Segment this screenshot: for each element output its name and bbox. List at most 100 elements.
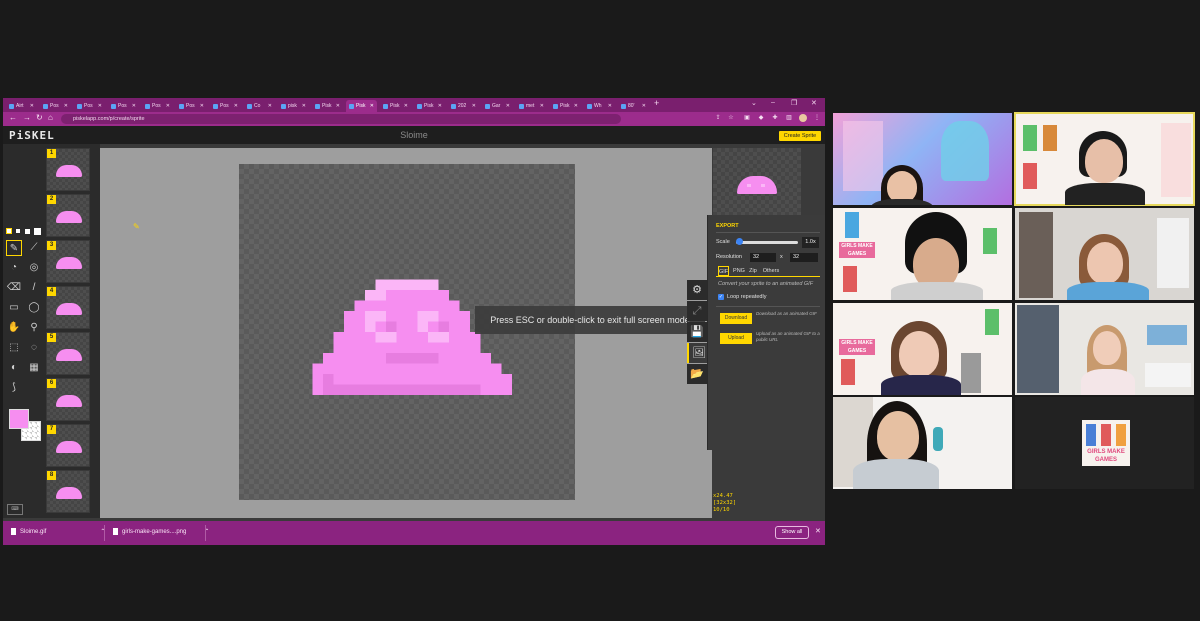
browser-tab[interactable]: Pisk ✕ xyxy=(380,100,411,112)
primary-color-swatch[interactable] xyxy=(9,409,29,429)
tab-close-icon[interactable]: ✕ xyxy=(30,103,34,109)
tab-close-icon[interactable]: ✕ xyxy=(336,103,340,109)
scale-value[interactable]: 1.0x xyxy=(802,237,819,248)
new-tab-button[interactable]: + xyxy=(654,98,659,108)
tab-close-icon[interactable]: ✕ xyxy=(64,103,68,109)
chevron-down-icon[interactable]: ⌄ xyxy=(751,99,757,107)
paint-all-icon[interactable]: ◎ xyxy=(26,260,42,276)
tab-close-icon[interactable]: ✕ xyxy=(608,103,612,109)
browser-tab[interactable]: Wh ✕ xyxy=(584,100,615,112)
create-sprite-button[interactable]: Create Sprite xyxy=(779,131,821,141)
puzzle-icon[interactable]: ✚ xyxy=(771,114,779,122)
frame-thumbnail[interactable]: 4 xyxy=(46,286,90,329)
extension-icon[interactable]: ▣ xyxy=(743,114,751,122)
pen-size-1[interactable] xyxy=(6,228,12,234)
participant-video[interactable] xyxy=(1015,303,1194,395)
download-gif-button[interactable]: Download xyxy=(720,313,752,324)
browser-tab[interactable]: Pos ✕ xyxy=(142,100,173,112)
frame-thumbnail[interactable]: 8 xyxy=(46,470,90,513)
browser-tab[interactable]: 80' ✕ xyxy=(618,100,649,112)
eyedropper-icon[interactable]: ⟆ xyxy=(6,380,22,396)
frame-thumbnail[interactable]: 7 xyxy=(46,424,90,467)
profile-avatar[interactable] xyxy=(799,114,807,122)
pen-size-2[interactable] xyxy=(16,229,20,233)
circle-icon[interactable]: ◯ xyxy=(26,300,42,316)
sidebar-icon[interactable]: ▥ xyxy=(785,114,793,122)
resolution-height-input[interactable]: 32 xyxy=(790,253,818,262)
tab-close-icon[interactable]: ✕ xyxy=(200,103,204,109)
browser-tab[interactable]: met ✕ xyxy=(516,100,547,112)
tab-others[interactable]: Others xyxy=(761,266,781,276)
browser-tab[interactable]: Pos ✕ xyxy=(108,100,139,112)
show-all-button[interactable]: Show all xyxy=(775,526,809,539)
paint-bucket-icon[interactable]: ◔ xyxy=(6,260,22,276)
save-icon[interactable]: 💾 xyxy=(687,322,707,342)
tab-close-icon[interactable]: ✕ xyxy=(98,103,102,109)
browser-tab[interactable]: Pos ✕ xyxy=(74,100,105,112)
settings-gear-icon[interactable]: ⚙ xyxy=(687,280,707,300)
lighten-icon[interactable]: ◐ xyxy=(6,360,22,376)
tab-close-icon[interactable]: ✕ xyxy=(506,103,510,109)
browser-tab[interactable]: pisk ✕ xyxy=(278,100,309,112)
minimize-icon[interactable]: – xyxy=(771,99,775,106)
mirror-pen-icon[interactable]: ⟋ xyxy=(26,240,42,256)
frame-thumbnail[interactable]: 1 xyxy=(46,148,90,191)
window-close-icon[interactable]: ✕ xyxy=(811,99,817,107)
export-image-icon[interactable]: 🖼 xyxy=(687,343,709,363)
tab-close-icon[interactable]: ✕ xyxy=(472,103,476,109)
browser-tab[interactable]: Pisk ✕ xyxy=(550,100,581,112)
tab-gif[interactable]: GIF xyxy=(718,266,729,276)
frame-thumbnail[interactable]: 6 xyxy=(46,378,90,421)
animation-preview[interactable] xyxy=(713,148,801,215)
drawing-stage[interactable]: ✎ Press ESC or double-click to exit full… xyxy=(100,148,712,518)
extension-icon[interactable]: ◆ xyxy=(757,114,765,122)
pen-size-4[interactable] xyxy=(34,228,41,235)
participant-video[interactable] xyxy=(833,397,1012,489)
browser-tab[interactable]: Pisk ✕ xyxy=(414,100,445,112)
upload-gif-button[interactable]: Upload xyxy=(720,333,752,344)
tab-close-icon[interactable]: ✕ xyxy=(132,103,136,109)
home-icon[interactable]: ⌂ xyxy=(48,113,53,122)
browser-tab[interactable]: Pos ✕ xyxy=(40,100,71,112)
share-icon[interactable]: ⇪ xyxy=(714,114,722,122)
browser-tab[interactable]: Airt ✕ xyxy=(6,100,37,112)
move-hand-icon[interactable]: ✋ xyxy=(6,320,22,336)
browser-tab[interactable]: Pisk ✕ xyxy=(346,100,377,112)
browser-tab[interactable]: Pos ✕ xyxy=(176,100,207,112)
pen-tool-icon[interactable]: ✎ xyxy=(6,240,22,256)
scale-slider[interactable] xyxy=(736,241,798,244)
forward-icon[interactable]: → xyxy=(23,113,31,122)
shape-select-icon[interactable]: ⚲ xyxy=(26,320,42,336)
frame-thumbnail[interactable]: 3 xyxy=(46,240,90,283)
import-folder-icon[interactable]: 📂 xyxy=(687,364,707,384)
loop-checkbox[interactable]: ✓ xyxy=(718,294,724,300)
browser-tab[interactable]: Pos ✕ xyxy=(210,100,241,112)
stroke-icon[interactable]: / xyxy=(26,280,42,296)
resolution-width-input[interactable]: 32 xyxy=(750,253,776,262)
participant-video[interactable] xyxy=(1015,208,1194,300)
tab-close-icon[interactable]: ✕ xyxy=(268,103,272,109)
eraser-icon[interactable]: ⌫ xyxy=(6,280,22,296)
browser-tab[interactable]: Gar ✕ xyxy=(482,100,513,112)
tab-zip[interactable]: Zip xyxy=(747,266,759,276)
rectangle-icon[interactable]: ▭ xyxy=(6,300,22,316)
url-field[interactable]: piskelapp.com/p/create/sprite xyxy=(61,114,621,124)
download-item[interactable]: girls-make-games....png ⌃ xyxy=(113,528,209,535)
frame-thumbnail[interactable]: 2 xyxy=(46,194,90,237)
dither-icon[interactable]: ▦ xyxy=(26,360,42,376)
participant-video-active-speaker[interactable] xyxy=(1014,112,1195,206)
frame-thumbnail[interactable]: 5 xyxy=(46,332,90,375)
browser-tab[interactable]: Co ✕ xyxy=(244,100,275,112)
participant-video[interactable] xyxy=(833,113,1012,205)
tab-close-icon[interactable]: ✕ xyxy=(438,103,442,109)
reload-icon[interactable]: ↻ xyxy=(36,113,43,122)
rect-select-icon[interactable]: ⬚ xyxy=(6,340,22,356)
tab-close-icon[interactable]: ✕ xyxy=(404,103,408,109)
tab-close-icon[interactable]: ✕ xyxy=(574,103,578,109)
tab-close-icon[interactable]: ✕ xyxy=(642,103,646,109)
tab-close-icon[interactable]: ✕ xyxy=(540,103,544,109)
download-item[interactable]: Sloime.gif ⌃ xyxy=(11,528,105,535)
pen-size-3[interactable] xyxy=(25,229,30,234)
resize-icon[interactable]: ⤢ xyxy=(687,301,707,321)
browser-tab[interactable]: Pisk ✕ xyxy=(312,100,343,112)
